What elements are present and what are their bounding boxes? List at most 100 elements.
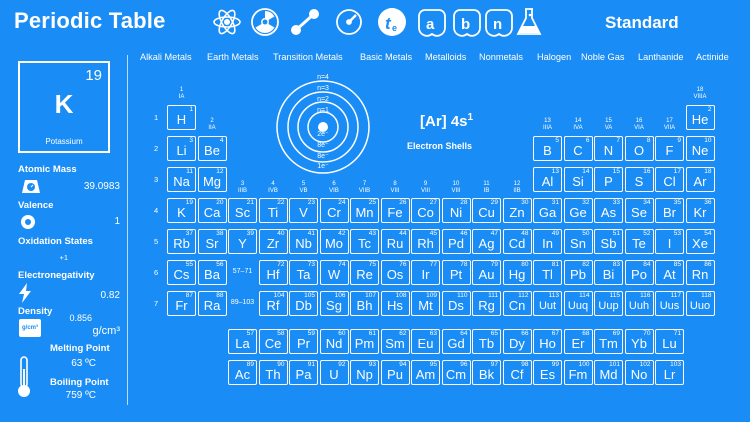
element-y[interactable]: 39 Y	[228, 229, 257, 254]
element-pm[interactable]: 61 Pm	[350, 329, 379, 354]
element-ne[interactable]: 10 Ne	[685, 136, 715, 161]
alpha-icon[interactable]: a	[415, 5, 449, 39]
element-u[interactable]: 92 U	[319, 360, 349, 385]
element-ag[interactable]: 47 Ag	[472, 229, 501, 254]
element-co[interactable]: 27 Co	[411, 198, 440, 223]
element-ho[interactable]: 67 Ho	[533, 329, 562, 354]
element-sn[interactable]: 50 Sn	[563, 229, 593, 254]
element-cm[interactable]: 96 Cm	[441, 360, 471, 385]
element-es[interactable]: 99 Es	[533, 360, 562, 385]
element-rg[interactable]: 111 Rg	[472, 291, 501, 316]
element-ac[interactable]: 89 Ac	[228, 360, 257, 385]
element-pt[interactable]: 78 Pt	[441, 260, 471, 285]
element-hg[interactable]: 80 Hg	[502, 260, 532, 285]
category-transition-metals[interactable]: Transition Metals	[273, 52, 343, 62]
element-na[interactable]: 11 Na	[167, 167, 196, 192]
category-metalloids[interactable]: Metalloids	[425, 52, 466, 62]
element-li[interactable]: 3 Li	[167, 136, 196, 161]
beta-icon[interactable]: b	[450, 5, 484, 39]
element-np[interactable]: 93 Np	[350, 360, 379, 385]
element-tb[interactable]: 65 Tb	[472, 329, 501, 354]
element-ge[interactable]: 32 Ge	[563, 198, 593, 223]
element-yb[interactable]: 70 Yb	[624, 329, 654, 354]
element-hs[interactable]: 108 Hs	[380, 291, 410, 316]
element-k[interactable]: 19 K	[167, 198, 196, 223]
element-md[interactable]: 101 Md	[594, 360, 623, 385]
element-la[interactable]: 57 La	[228, 329, 257, 354]
element-o[interactable]: 8O	[624, 136, 654, 161]
element-ra[interactable]: 88 Ra	[197, 291, 227, 316]
element-p[interactable]: 15 P	[594, 167, 623, 192]
gauge-icon[interactable]	[332, 5, 366, 39]
element-pd[interactable]: 46 Pd	[441, 229, 471, 254]
element-mt[interactable]: 109 Mt	[411, 291, 440, 316]
category-noble-gas[interactable]: Noble Gas	[581, 52, 624, 62]
element-n[interactable]: 7N	[594, 136, 623, 161]
element-c[interactable]: 6C	[563, 136, 593, 161]
element-fr[interactable]: 87 Fr	[167, 291, 196, 316]
element-rh[interactable]: 45 Rh	[411, 229, 440, 254]
element-uup[interactable]: 115 Uup	[594, 291, 623, 316]
element-po[interactable]: 84 Po	[624, 260, 654, 285]
element-pu[interactable]: 94 Pu	[380, 360, 410, 385]
element-uuo[interactable]: 118 Uuo	[685, 291, 715, 316]
flask-icon[interactable]	[512, 5, 546, 39]
element-ca[interactable]: 20 Ca	[197, 198, 227, 223]
element-bk[interactable]: 97 Bk	[472, 360, 501, 385]
element-uut[interactable]: 113 Uut	[533, 291, 562, 316]
element-nd[interactable]: 60 Nd	[319, 329, 349, 354]
element-ru[interactable]: 44 Ru	[380, 229, 410, 254]
element-eu[interactable]: 63 Eu	[411, 329, 440, 354]
element-w[interactable]: 74 W	[319, 260, 349, 285]
element-cr[interactable]: 24 Cr	[319, 198, 349, 223]
element-sr[interactable]: 38 Sr	[197, 229, 227, 254]
element-pb[interactable]: 82 Pb	[563, 260, 593, 285]
element-br[interactable]: 35 Br	[655, 198, 684, 223]
selected-element-card[interactable]: 19 K Potassium	[18, 61, 110, 153]
element-fm[interactable]: 100 Fm	[563, 360, 593, 385]
element-zr[interactable]: 40 Zr	[258, 229, 288, 254]
element-sm[interactable]: 62 Sm	[380, 329, 410, 354]
element-ga[interactable]: 31 Ga	[533, 198, 562, 223]
element-rn[interactable]: 86 Rn	[685, 260, 715, 285]
element-cf[interactable]: 98 Cf	[502, 360, 532, 385]
element-gd[interactable]: 64 Gd	[441, 329, 471, 354]
element-se[interactable]: 34 Se	[624, 198, 654, 223]
category-actinide[interactable]: Actinide	[696, 52, 729, 62]
element-db[interactable]: 105 Db	[289, 291, 318, 316]
radiation-icon[interactable]	[248, 5, 282, 39]
element-hf[interactable]: 72 Hf	[258, 260, 288, 285]
element-pa[interactable]: 91 Pa	[289, 360, 318, 385]
category-halogen[interactable]: Halogen	[537, 52, 571, 62]
element-ds[interactable]: 110 Ds	[441, 291, 471, 316]
element-cd[interactable]: 48 Cd	[502, 229, 532, 254]
atom-icon[interactable]	[210, 5, 244, 39]
element-kr[interactable]: 36 Kr	[685, 198, 715, 223]
element-ni[interactable]: 28 Ni	[441, 198, 471, 223]
element-no[interactable]: 102 No	[624, 360, 654, 385]
element-au[interactable]: 79 Au	[472, 260, 501, 285]
element-h[interactable]: 1H	[167, 105, 196, 130]
element-zn[interactable]: 30 Zn	[502, 198, 532, 223]
element-bh[interactable]: 107 Bh	[350, 291, 379, 316]
element-nb[interactable]: 41 Nb	[289, 229, 318, 254]
element-cu[interactable]: 29 Cu	[472, 198, 501, 223]
element-mo[interactable]: 42 Mo	[319, 229, 349, 254]
element-ir[interactable]: 77 Ir	[411, 260, 440, 285]
element-uuq[interactable]: 114 Uuq	[563, 291, 593, 316]
element-tm[interactable]: 69 Tm	[594, 329, 623, 354]
category-alkali-metals[interactable]: Alkali Metals	[140, 52, 192, 62]
element-sb[interactable]: 51 Sb	[594, 229, 623, 254]
element-mg[interactable]: 12 Mg	[197, 167, 227, 192]
element-as[interactable]: 33 As	[594, 198, 623, 223]
element-rf[interactable]: 104 Rf	[258, 291, 288, 316]
molecule-icon[interactable]	[288, 5, 322, 39]
element-ba[interactable]: 56 Ba	[197, 260, 227, 285]
element-pr[interactable]: 59 Pr	[289, 329, 318, 354]
category-basic-metals[interactable]: Basic Metals	[360, 52, 412, 62]
category-earth-metals[interactable]: Earth Metals	[207, 52, 259, 62]
element-uus[interactable]: 117 Uus	[655, 291, 684, 316]
element-re[interactable]: 75 Re	[350, 260, 379, 285]
element-be[interactable]: 4 Be	[197, 136, 227, 161]
element-ce[interactable]: 58 Ce	[258, 329, 288, 354]
